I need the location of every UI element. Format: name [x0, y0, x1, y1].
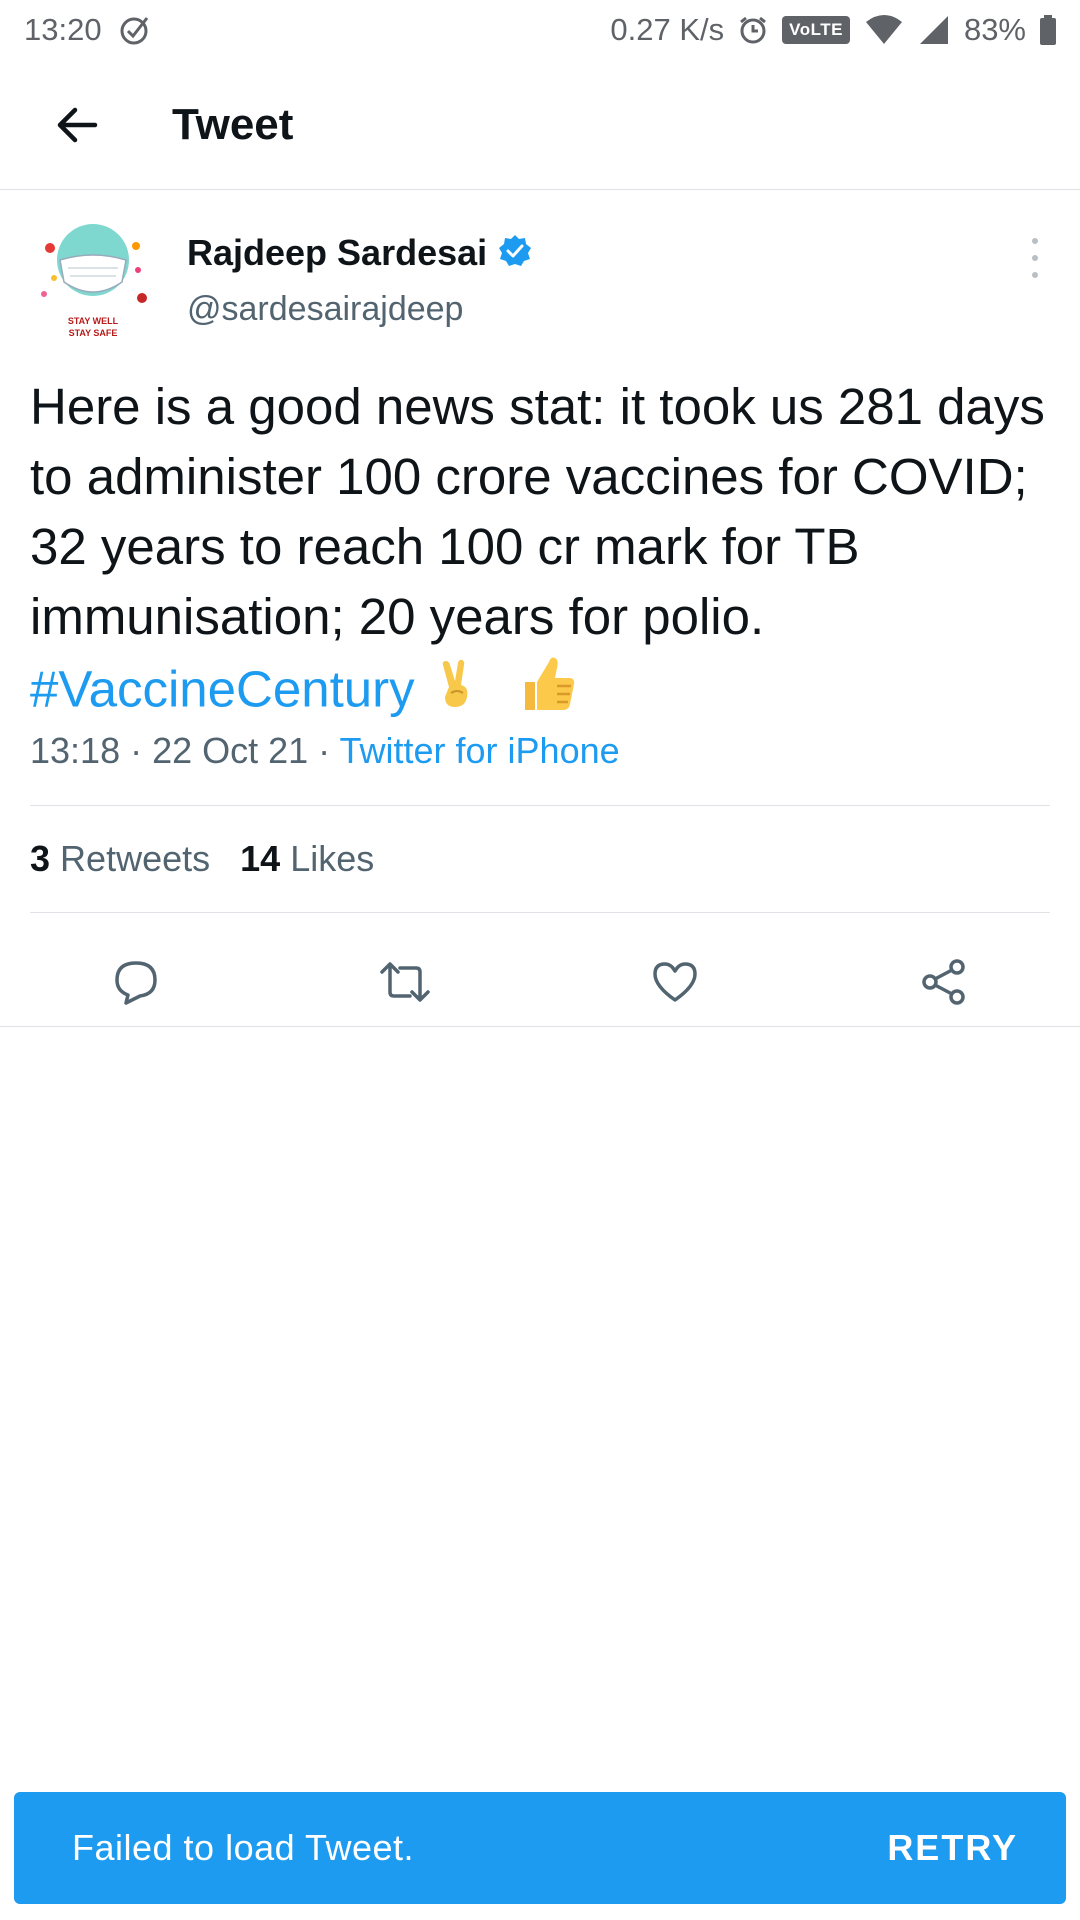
verified-badge-icon	[497, 233, 533, 274]
avatar[interactable]: STAY WELL STAY SAFE	[30, 220, 156, 346]
volte-badge: VoLTE	[782, 16, 850, 44]
share-icon[interactable]	[912, 950, 976, 1014]
tweet-source-link[interactable]: Twitter for iPhone	[340, 730, 620, 771]
hashtag-link[interactable]: #VaccineCentury	[30, 660, 415, 717]
status-time: 13:20	[24, 12, 102, 47]
snackbar-message: Failed to load Tweet.	[72, 1827, 415, 1868]
alarm-icon	[738, 15, 768, 45]
tweet-text: Here is a good news stat: it took us 281…	[30, 372, 1055, 734]
tweet-body: Here is a good news stat: it took us 281…	[30, 378, 1045, 645]
thumbs-up-emoji	[515, 652, 579, 734]
retweets-stat[interactable]: 3 Retweets	[30, 838, 210, 880]
arrow-left-icon	[57, 107, 98, 142]
author-name-row: Rajdeep Sardesai	[187, 232, 533, 274]
tweet-meta: 13:18 · 22 Oct 21 · Twitter for iPhone	[30, 730, 620, 772]
tweet-timestamp: 13:18 · 22 Oct 21 ·	[30, 730, 340, 771]
reply-icon[interactable]	[104, 950, 168, 1014]
battery-percent: 83%	[963, 12, 1026, 47]
victory-hand-emoji	[429, 657, 483, 729]
page-title: Tweet	[172, 99, 294, 149]
divider	[30, 805, 1050, 806]
tweet-author: STAY WELL STAY SAFE Rajdeep Sardesai @sa…	[30, 220, 1050, 346]
likes-label: Likes	[290, 838, 375, 879]
retry-button[interactable]: RETRY	[887, 1827, 1018, 1869]
signal-icon	[918, 14, 950, 46]
likes-stat[interactable]: 14 Likes	[240, 838, 374, 880]
retweet-icon[interactable]	[373, 950, 437, 1014]
likes-count: 14	[240, 838, 281, 879]
error-snackbar: Failed to load Tweet. RETRY	[14, 1792, 1066, 1904]
avatar-text-2: STAY SAFE	[69, 328, 118, 338]
author-name[interactable]: Rajdeep Sardesai	[187, 232, 487, 274]
back-button[interactable]	[22, 70, 132, 180]
tweet-actions	[0, 930, 1080, 1030]
avatar-text-1: STAY WELL	[68, 316, 119, 326]
net-speed: 0.27 K/s	[610, 12, 725, 47]
more-options-icon[interactable]	[1020, 238, 1050, 278]
author-handle[interactable]: @sardesairajdeep	[187, 290, 463, 329]
retweets-label: Retweets	[60, 838, 211, 879]
divider	[0, 1026, 1080, 1027]
status-bar: 13:20 0.27 K/s VoLTE 83%	[0, 0, 1080, 60]
wifi-icon	[864, 14, 904, 46]
like-icon[interactable]	[643, 950, 707, 1014]
battery-icon	[1040, 15, 1056, 45]
tweet-stats: 3 Retweets 14 Likes	[30, 838, 374, 880]
retweets-count: 3	[30, 838, 51, 879]
divider	[30, 912, 1050, 913]
app-header: Tweet	[0, 60, 1080, 190]
check-circle-icon	[118, 13, 152, 47]
